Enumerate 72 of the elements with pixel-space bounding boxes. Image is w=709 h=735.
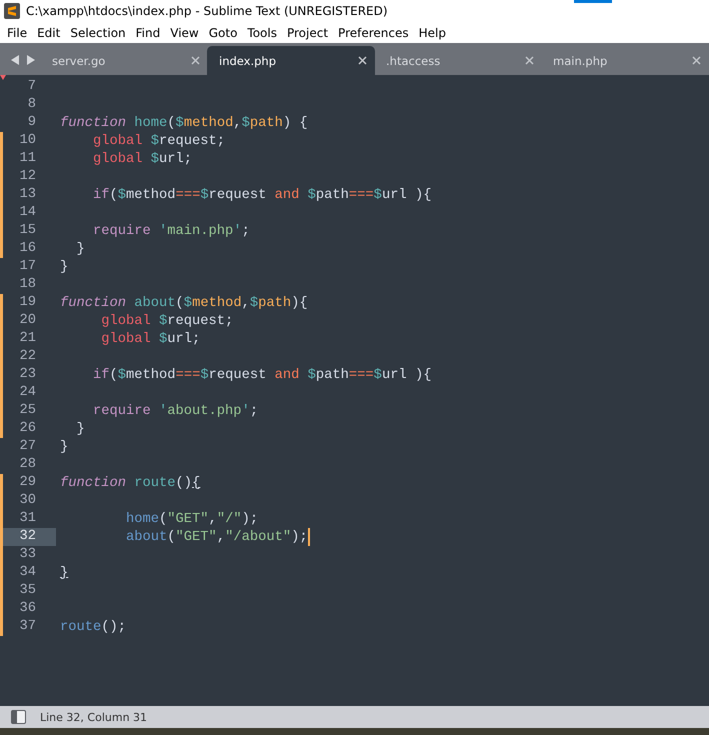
menu-item[interactable]: Goto: [204, 26, 242, 40]
line-number: 26: [18, 420, 37, 438]
line-number: 36: [18, 600, 37, 618]
menu-item[interactable]: Project: [282, 26, 334, 40]
sidebar-toggle-icon[interactable]: [11, 710, 26, 724]
line-number: 8: [26, 96, 37, 114]
editor-tab[interactable]: .htaccess: [374, 46, 542, 75]
code-line: global $request;: [92, 134, 226, 148]
line-number: 31: [18, 510, 37, 528]
line-number: 24: [18, 384, 37, 402]
code-line: global $url;: [100, 332, 200, 346]
code-line: global $request;: [100, 314, 234, 328]
menu-item[interactable]: Edit: [32, 26, 66, 40]
line-number: 12: [18, 168, 37, 186]
menu-item[interactable]: View: [165, 26, 204, 40]
code-line: require 'main.php';: [92, 224, 250, 238]
line-number: 30: [18, 492, 37, 510]
line-number: 22: [18, 348, 37, 366]
line-number: 17: [18, 258, 37, 276]
code-line: }: [59, 260, 68, 274]
app-logo-icon: [4, 3, 20, 19]
line-number: 13: [18, 186, 37, 204]
editor-tab[interactable]: main.php: [541, 46, 709, 75]
line-number: 28: [18, 456, 37, 474]
code-line: about("GET","/about");: [125, 530, 308, 544]
menu-item[interactable]: Find: [130, 26, 166, 40]
code-line: }: [76, 242, 85, 256]
code-line: if($method===$request and $path===$url ){: [92, 188, 432, 202]
menu-item[interactable]: Help: [414, 26, 451, 40]
menu-item[interactable]: Preferences: [333, 26, 414, 40]
line-number: 9: [26, 114, 37, 132]
cursor-position: Line 32, Column 31: [40, 710, 148, 724]
line-number: 21: [18, 330, 37, 348]
code-line: function about($method,$path){: [59, 296, 308, 310]
editor-tab[interactable]: server.go: [40, 46, 208, 75]
text-cursor: [308, 528, 310, 546]
window-title: C:\xampp\htdocs\index.php - Sublime Text (UNREGISTERED): [26, 4, 388, 18]
line-number: 37: [18, 618, 37, 636]
code-line: function home($method,$path) {: [59, 116, 308, 130]
code-line: }: [59, 566, 68, 580]
line-number: 7: [26, 78, 37, 96]
line-number: 10: [18, 132, 37, 150]
line-number: 32: [3, 528, 56, 546]
menu-item[interactable]: Selection: [65, 26, 131, 40]
close-icon[interactable]: [358, 56, 367, 65]
editor-tab[interactable]: index.php: [207, 46, 375, 75]
line-number: 35: [18, 582, 37, 600]
line-number: 29: [18, 474, 37, 492]
code-line: if($method===$request and $path===$url ){: [92, 368, 432, 382]
line-number: 25: [18, 402, 37, 420]
code-line: }: [76, 422, 85, 436]
code-line: home("GET","/");: [125, 512, 258, 526]
line-number: 33: [18, 546, 37, 564]
line-number: 19: [18, 294, 37, 312]
code-line: }: [59, 440, 68, 454]
code-line: function route(){: [59, 476, 200, 490]
line-number: 18: [18, 276, 37, 294]
line-number: 23: [18, 366, 37, 384]
line-number: 14: [18, 204, 37, 222]
fold-marker-icon: [0, 75, 6, 80]
menu-item[interactable]: Tools: [242, 26, 282, 40]
line-number: 16: [18, 240, 37, 258]
line-number: 11: [18, 150, 37, 168]
code-line: require 'about.php';: [92, 404, 258, 418]
line-number: 34: [18, 564, 37, 582]
tab-navigation-arrows-icon[interactable]: [10, 54, 36, 66]
code-line: global $url;: [92, 152, 192, 166]
line-number: 20: [18, 312, 37, 330]
menu-item[interactable]: File: [2, 26, 32, 40]
line-number: 27: [18, 438, 37, 456]
code-line: route();: [59, 620, 126, 634]
line-number: 15: [18, 222, 37, 240]
